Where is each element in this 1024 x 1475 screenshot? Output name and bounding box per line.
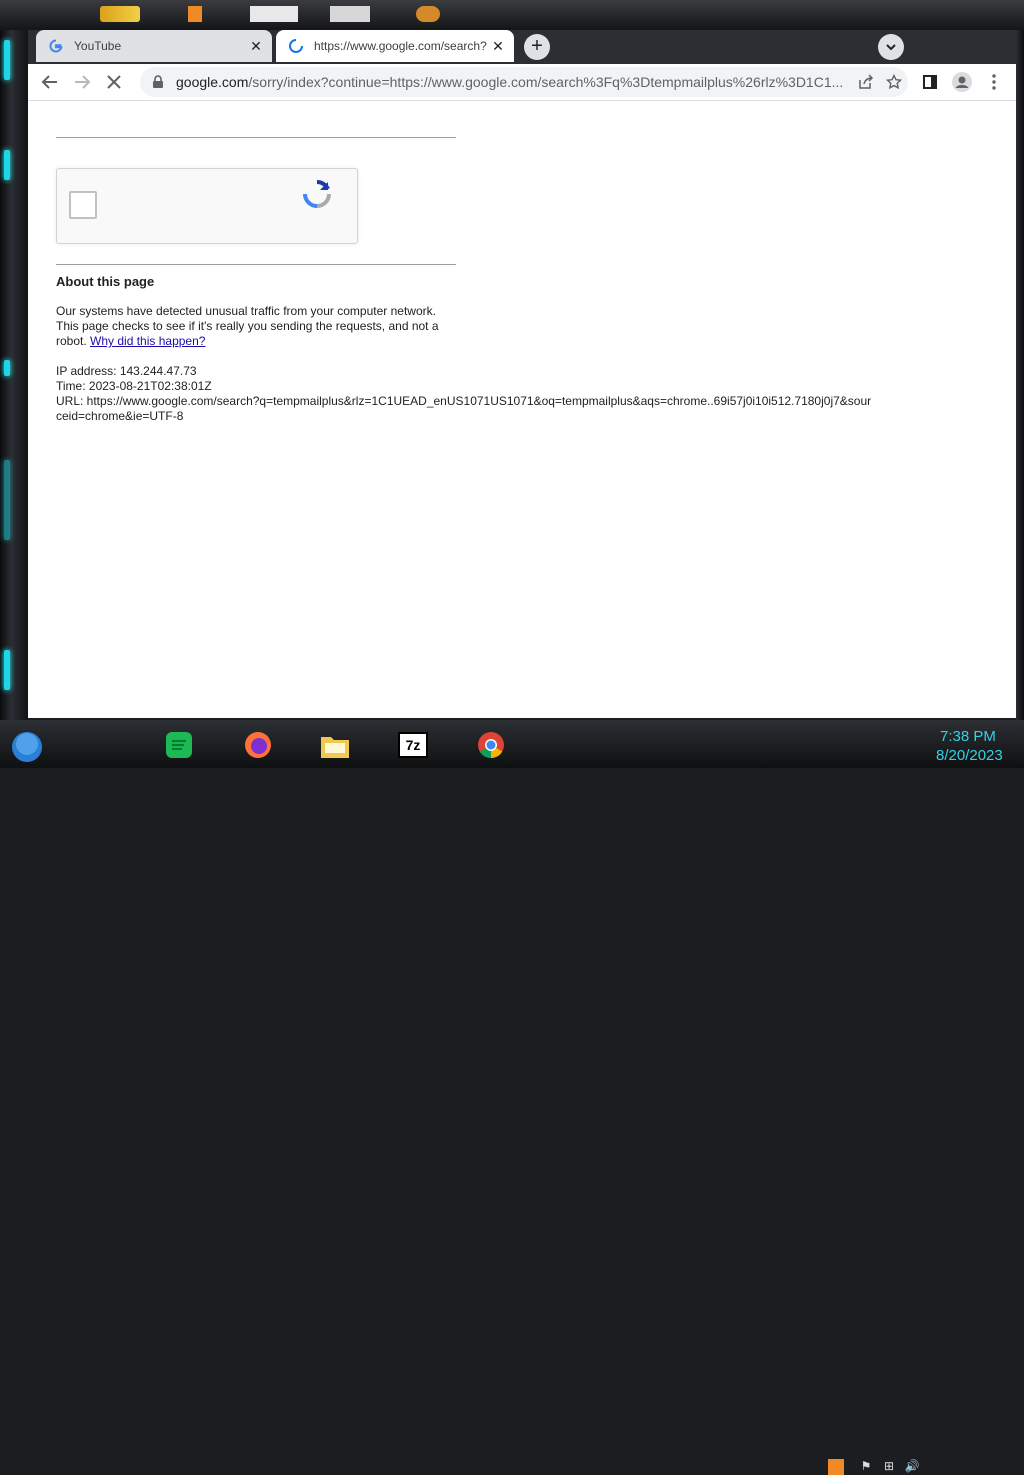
desktop-top-bar [0, 0, 1024, 30]
divider [56, 264, 456, 265]
profile-avatar-icon [952, 72, 972, 92]
window-frame-right [1016, 30, 1024, 720]
bookmark-star-icon[interactable] [880, 74, 908, 90]
browser-toolbar: google.com/sorry/index?continue=https://… [28, 64, 1016, 101]
page-content: About this page Our systems have detecte… [28, 101, 1016, 718]
side-panel-icon [923, 75, 937, 89]
desktop-shortcut-icon[interactable] [188, 6, 202, 22]
url-host: google.com [176, 74, 249, 90]
browser-window: YouTube ✕ https://www.google.com/search?… [28, 30, 1016, 718]
stop-loading-button[interactable] [102, 70, 126, 94]
time-text: Time: 2023-08-21T02:38:01Z [56, 379, 212, 393]
close-tab-icon[interactable]: ✕ [246, 38, 266, 55]
spotify-icon[interactable] [164, 730, 194, 760]
tab-google-search[interactable]: https://www.google.com/search? ✕ [276, 30, 514, 62]
chevron-down-icon [886, 44, 896, 51]
share-icon[interactable] [852, 74, 880, 90]
desktop-shortcut-icon[interactable] [330, 6, 370, 22]
clock-date[interactable]: 8/20/2023 [936, 747, 1003, 764]
chrome-icon[interactable] [476, 730, 506, 760]
start-orb-icon[interactable] [10, 730, 44, 764]
window-frame-left [0, 30, 28, 720]
close-icon [107, 75, 121, 89]
tab-title: https://www.google.com/search? [314, 39, 487, 53]
recaptcha-logo-icon [301, 178, 333, 215]
url-path: /sorry/index?continue=https://www.google… [248, 74, 844, 90]
desktop-shortcut-icon[interactable] [250, 6, 298, 22]
recaptcha-widget [56, 168, 358, 244]
profile-button[interactable] [950, 70, 974, 94]
address-bar[interactable]: google.com/sorry/index?continue=https://… [140, 67, 908, 97]
clock-time[interactable]: 7:38 PM [940, 728, 996, 745]
7zip-label: 7z [398, 732, 428, 758]
back-button[interactable] [38, 70, 62, 94]
recaptcha-checkbox[interactable] [69, 191, 97, 219]
7zip-icon[interactable]: 7z [398, 730, 428, 760]
action-center-flag-icon[interactable]: ⚑ [858, 1459, 874, 1475]
divider [56, 137, 456, 138]
google-g-icon [48, 38, 64, 54]
side-panel-button[interactable] [918, 70, 942, 94]
menu-button[interactable] [982, 70, 1006, 94]
explanation-text: Our systems have detected unusual traffi… [56, 304, 456, 349]
new-tab-button[interactable]: + [524, 34, 550, 60]
ip-address-text: IP address: 143.244.47.73 [56, 364, 197, 378]
address-bar-url[interactable]: google.com/sorry/index?continue=https://… [176, 74, 852, 90]
desktop-shortcut-icon[interactable] [100, 6, 140, 22]
forward-button[interactable] [70, 70, 94, 94]
arrow-left-icon [41, 75, 57, 89]
lock-icon[interactable] [152, 75, 166, 89]
url-text: URL: https://www.google.com/search?q=tem… [56, 394, 872, 423]
taskbar: 7z ⚑ ⊞ 🔊 [0, 720, 1024, 1475]
file-explorer-icon[interactable] [320, 730, 350, 760]
volume-icon[interactable]: 🔊 [904, 1459, 920, 1475]
why-did-this-happen-link[interactable]: Why did this happen? [90, 334, 205, 348]
more-vert-icon [992, 74, 996, 90]
arrow-right-icon [75, 75, 91, 89]
network-icon[interactable]: ⊞ [881, 1459, 897, 1475]
about-heading: About this page [56, 274, 155, 289]
tab-search-button[interactable] [878, 34, 904, 60]
tab-strip: YouTube ✕ https://www.google.com/search?… [28, 30, 1016, 64]
desktop-shortcut-icon[interactable] [416, 6, 440, 22]
tab-youtube[interactable]: YouTube ✕ [36, 30, 272, 62]
tab-title: YouTube [74, 39, 122, 53]
java-tray-icon[interactable] [828, 1459, 844, 1475]
close-tab-icon[interactable]: ✕ [488, 38, 508, 55]
loading-spinner-icon [288, 38, 304, 54]
firefox-icon[interactable] [243, 730, 273, 760]
